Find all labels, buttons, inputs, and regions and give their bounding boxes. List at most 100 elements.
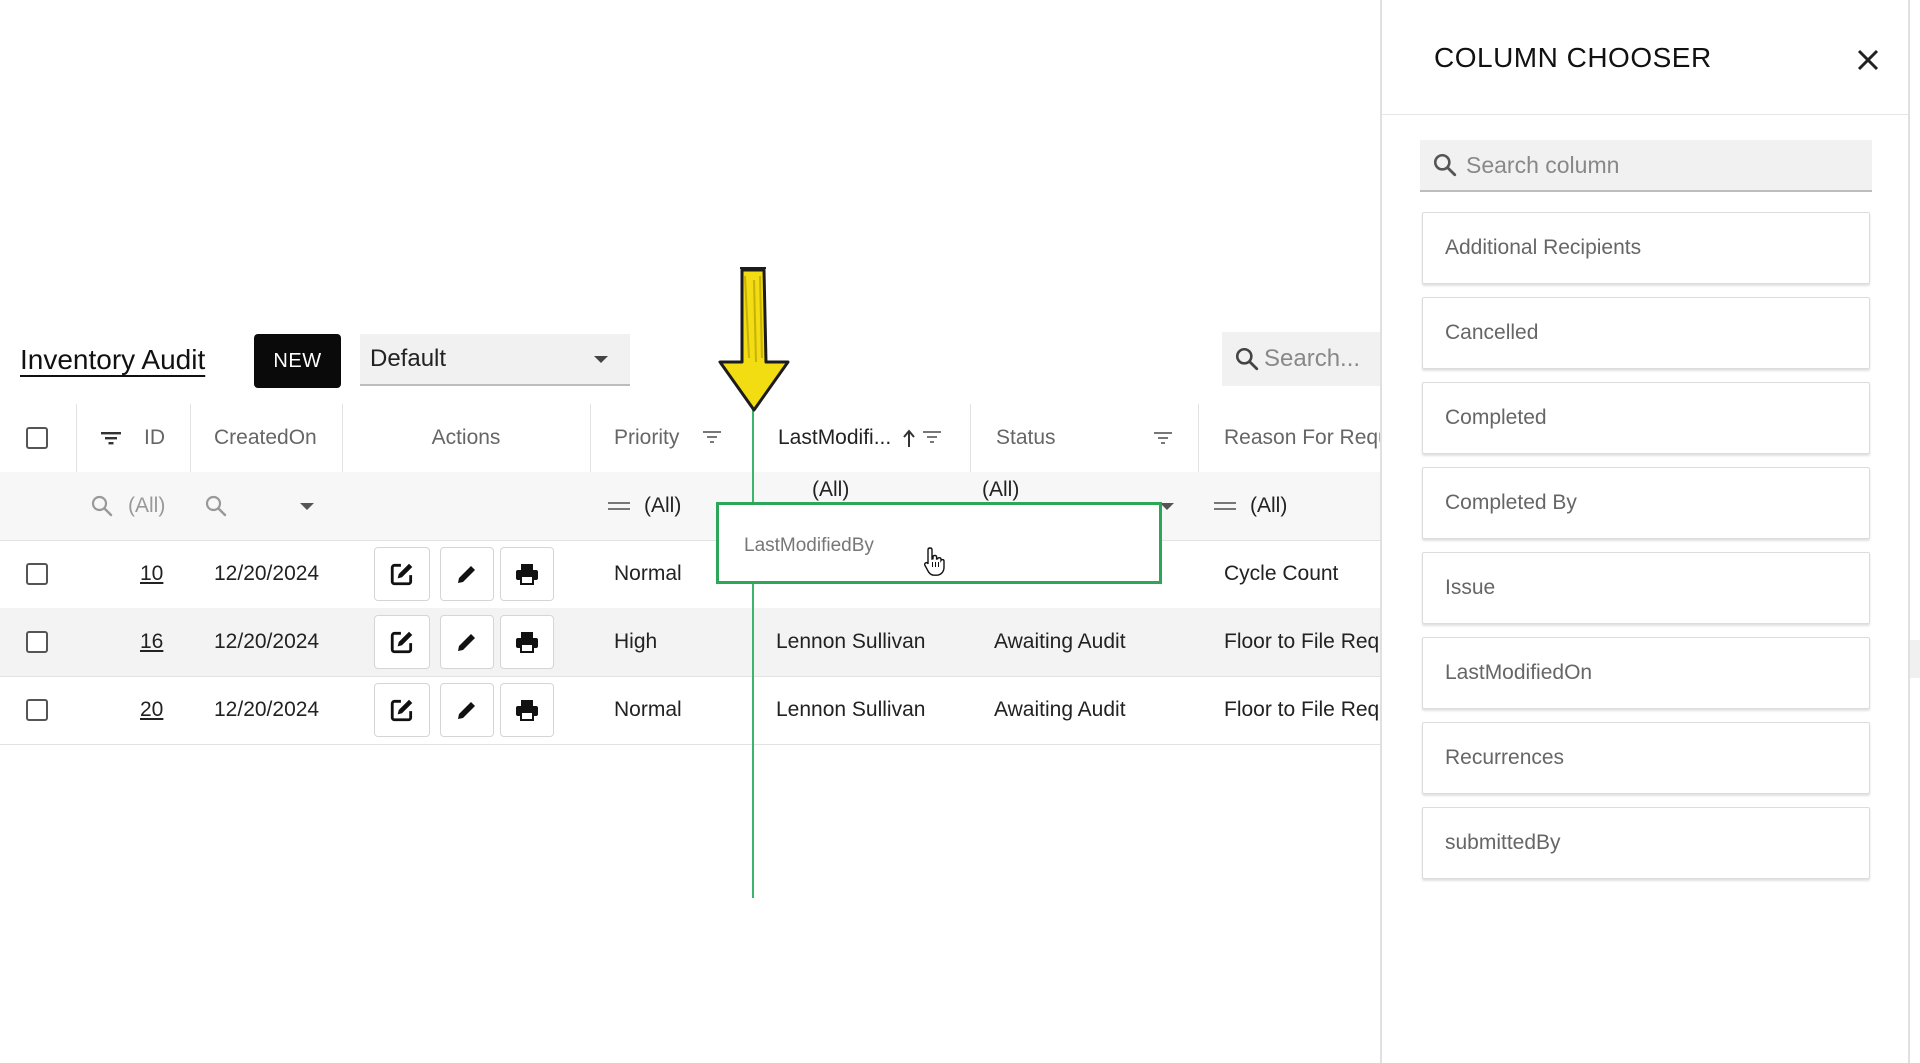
header-last-modified[interactable]: LastModifi... [778, 404, 968, 472]
pencil-icon [458, 634, 475, 651]
page-title: Inventory Audit [20, 344, 206, 375]
row-id-link[interactable]: 10 [140, 562, 163, 586]
table-row[interactable]: 10 12/20/2024 Normal Cycle Count [0, 540, 1382, 609]
equals-icon [1214, 498, 1236, 514]
edit-button[interactable] [440, 615, 494, 669]
search-icon [91, 495, 113, 517]
caret-down-icon[interactable] [300, 502, 314, 510]
row-created-on: 12/20/2024 [214, 562, 320, 585]
row-status: Awaiting Audit [994, 630, 1126, 653]
new-button[interactable]: NEW [254, 334, 341, 388]
filter-id-value: (All) [128, 494, 166, 517]
filter-reason-value: (All) [1250, 494, 1288, 517]
row-id[interactable]: 20 [140, 676, 190, 744]
column-item-submitted-by[interactable]: submittedBy [1422, 807, 1870, 879]
column-item-recurrences[interactable]: Recurrences [1422, 722, 1870, 794]
grid-search-placeholder: Search... [1264, 345, 1361, 372]
filter-created-on[interactable] [204, 472, 334, 540]
row-checkbox[interactable] [26, 631, 48, 653]
open-record-button[interactable] [374, 615, 430, 669]
table-row[interactable]: 16 12/20/2024 High Lennon Sullivan Await… [0, 608, 1382, 677]
sort-ascending-icon[interactable] [901, 428, 917, 448]
grid-header-row: ID CreatedOn Actions Priority LastModifi… [0, 404, 1382, 473]
header-priority[interactable]: Priority [614, 404, 744, 472]
header-last-modified-label: LastModifi... [778, 426, 892, 449]
pencil-icon [458, 566, 475, 583]
print-button[interactable] [500, 683, 554, 737]
select-all-checkbox[interactable] [26, 427, 48, 449]
row-last-modified-by: Lennon Sullivan [776, 630, 926, 653]
table-row[interactable]: 20 12/20/2024 Normal Lennon Sullivan Awa… [0, 676, 1382, 745]
column-filter-icon[interactable] [1154, 404, 1184, 472]
row-created-on: 12/20/2024 [214, 698, 320, 721]
edit-square-icon [390, 631, 413, 654]
row-reason: Floor to File Requ [1224, 630, 1382, 653]
column-filter-icon[interactable] [703, 426, 722, 450]
header-created-on[interactable]: CreatedOn [214, 404, 344, 472]
column-item-issue[interactable]: Issue [1422, 552, 1870, 624]
column-item-cancelled[interactable]: Cancelled [1422, 297, 1870, 369]
filter-reason[interactable]: (All) [1214, 472, 1374, 540]
header-priority-label: Priority [614, 426, 680, 449]
filter-last-modified-value: (All) [812, 478, 850, 501]
row-checkbox[interactable] [26, 699, 48, 721]
row-priority: High [614, 630, 658, 653]
edit-button[interactable] [440, 547, 494, 601]
column-search-field[interactable] [1420, 140, 1872, 192]
row-status: Awaiting Audit [994, 698, 1126, 721]
row-select-cell [26, 608, 66, 676]
filter-status-value: (All) [982, 478, 1020, 501]
header-id-label: ID [144, 426, 165, 449]
row-reason: Floor to File Requ [1224, 698, 1382, 721]
filter-id[interactable]: (All) [90, 472, 190, 540]
row-id-link[interactable]: 20 [140, 698, 163, 722]
row-select-cell [26, 676, 66, 744]
column-chooser-panel: COLUMN CHOOSER Additional Recipients Can… [1380, 0, 1910, 1063]
filter-priority-value: (All) [644, 494, 682, 517]
column-search-input[interactable] [1464, 150, 1868, 180]
column-drop-indicator [752, 404, 754, 898]
column-item-completed-by[interactable]: Completed By [1422, 467, 1870, 539]
row-id[interactable]: 16 [140, 608, 190, 676]
view-select[interactable]: Default [360, 334, 630, 386]
header-select-cell [26, 404, 66, 472]
print-button[interactable] [500, 547, 554, 601]
column-filter-icon[interactable] [923, 426, 942, 450]
caret-down-icon[interactable] [1160, 472, 1190, 540]
printer-icon [516, 632, 538, 653]
row-last-modified-by: Lennon Sullivan [776, 698, 926, 721]
column-item-last-modified-on[interactable]: LastModifiedOn [1422, 637, 1870, 709]
column-item-completed[interactable]: Completed [1422, 382, 1870, 454]
filter-lines-icon[interactable] [100, 429, 122, 447]
close-icon [1857, 49, 1879, 71]
hand-cursor-icon [923, 547, 945, 576]
grid-filter-row: (All) (All) (All) (All) (All) [0, 472, 1382, 541]
printer-icon [516, 564, 538, 585]
column-chooser-title: COLUMN CHOOSER [1434, 42, 1712, 73]
header-reason[interactable]: Reason For Requ [1224, 404, 1382, 472]
row-id-link[interactable]: 16 [140, 630, 163, 654]
grid-search-input[interactable]: Search... [1222, 332, 1382, 386]
close-button[interactable] [1850, 42, 1886, 78]
row-reason: Cycle Count [1224, 562, 1339, 585]
search-icon [1235, 347, 1259, 371]
row-priority: Normal [614, 698, 682, 721]
dragged-column-label: LastModifiedBy [744, 535, 874, 556]
edit-button[interactable] [440, 683, 494, 737]
print-button[interactable] [500, 615, 554, 669]
row-created-on: 12/20/2024 [214, 630, 320, 653]
header-status[interactable]: Status [996, 404, 1096, 472]
row-id[interactable]: 10 [140, 540, 190, 608]
edit-square-icon [390, 563, 413, 586]
header-actions: Actions [431, 426, 501, 449]
row-checkbox[interactable] [26, 563, 48, 585]
page-scroll-edge [1910, 640, 1920, 678]
column-item-additional-recipients[interactable]: Additional Recipients [1422, 212, 1870, 284]
header-id[interactable]: ID [100, 404, 184, 472]
equals-icon [608, 498, 630, 514]
edit-square-icon [390, 699, 413, 722]
search-icon [205, 495, 227, 517]
open-record-button[interactable] [374, 683, 430, 737]
open-record-button[interactable] [374, 547, 430, 601]
caret-down-icon [594, 356, 608, 363]
